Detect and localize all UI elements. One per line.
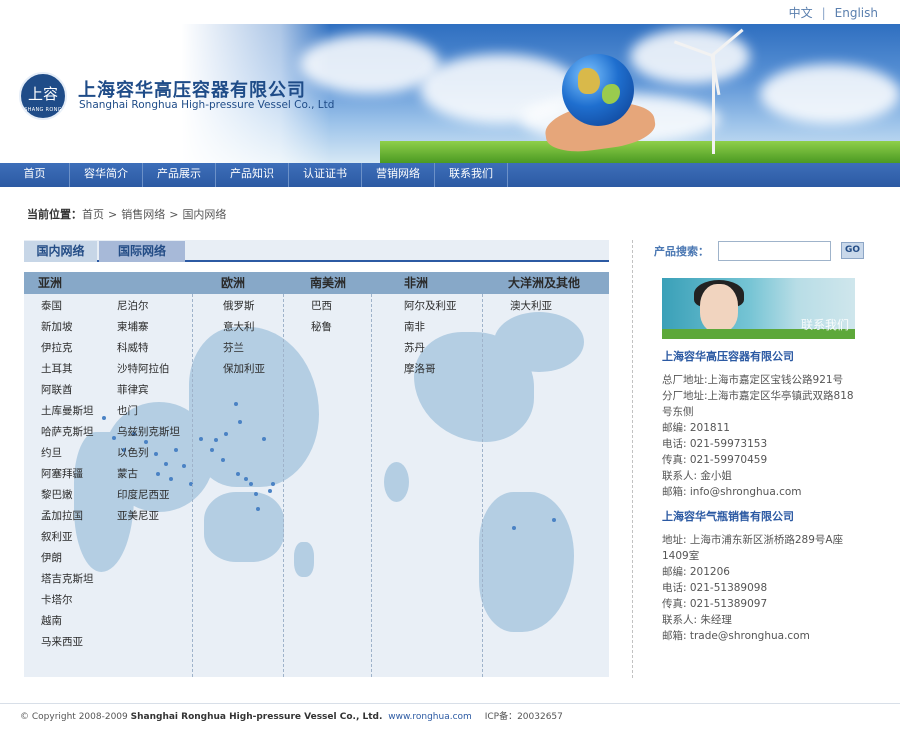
- company2-info: 地址: 上海市浦东新区浙桥路289号A座1409室 邮编: 201206 电话:…: [662, 532, 862, 644]
- company1-line: 分厂地址:上海市嘉定区华亭镇武双路818号东侧: [662, 390, 854, 418]
- country-link[interactable]: 新加坡: [41, 319, 73, 334]
- country-link[interactable]: 意大利: [223, 319, 255, 334]
- company2-line: 电话: 021-51389098: [662, 582, 768, 594]
- country-link[interactable]: 芬兰: [223, 340, 244, 355]
- company-logo[interactable]: 上容 SHANG RONG: [19, 72, 67, 120]
- country-link[interactable]: 澳大利亚: [510, 298, 552, 313]
- nav-item-products[interactable]: 产品展示: [143, 163, 216, 187]
- tab-domestic-network[interactable]: 国内网络: [24, 241, 97, 262]
- country-link[interactable]: 黎巴嫩: [41, 487, 73, 502]
- breadcrumb-label: 当前位置：: [27, 208, 82, 221]
- country-link[interactable]: 阿联酋: [41, 382, 73, 397]
- network-tabs: 国内网络 国际网络: [24, 240, 609, 262]
- company1-line: 邮编: 201811: [662, 422, 730, 434]
- company1-name: 上海容华高压容器有限公司: [662, 350, 794, 363]
- region-africa: 非洲: [404, 276, 429, 290]
- company1-line: 总厂地址:上海市嘉定区宝钱公路921号: [662, 374, 844, 386]
- breadcrumb-home[interactable]: 首页: [82, 208, 104, 221]
- country-link[interactable]: 科威特: [117, 340, 149, 355]
- country-link[interactable]: 保加利亚: [223, 361, 265, 376]
- region-europe: 欧洲: [221, 276, 246, 290]
- country-link[interactable]: 阿尔及利亚: [404, 298, 457, 313]
- country-link[interactable]: 越南: [41, 613, 62, 628]
- country-link[interactable]: 秘鲁: [311, 319, 332, 334]
- breadcrumb-sales-network[interactable]: 销售网络: [121, 208, 165, 221]
- country-link[interactable]: 泰国: [41, 298, 62, 313]
- country-link[interactable]: 蒙古: [117, 466, 138, 481]
- footer-url-link[interactable]: www.ronghua.com: [388, 712, 472, 722]
- footer-divider: [0, 703, 900, 704]
- company2-line: 邮编: 201206: [662, 566, 730, 578]
- company2-email[interactable]: 邮箱: trade@shronghua.com: [662, 628, 862, 644]
- country-link[interactable]: 卡塔尔: [41, 592, 73, 607]
- region-oceania-other: 大洋洲及其他: [508, 276, 581, 290]
- nav-item-sales-network[interactable]: 营销网络: [362, 163, 435, 187]
- footer-company: Shanghai Ronghua High-pressure Vessel Co…: [130, 712, 383, 722]
- country-link[interactable]: 柬埔寨: [117, 319, 149, 334]
- country-link[interactable]: 沙特阿拉伯: [117, 361, 170, 376]
- country-link[interactable]: 马来西亚: [41, 634, 83, 649]
- country-link[interactable]: 也门: [117, 403, 138, 418]
- country-link[interactable]: 阿塞拜疆: [41, 466, 83, 481]
- company2-line: 传真: 021-51389097: [662, 598, 768, 610]
- company2-line: 联系人: 朱经理: [662, 614, 732, 626]
- contact-us-banner[interactable]: 联系我们: [662, 278, 855, 339]
- region-asia: 亚洲: [38, 276, 63, 290]
- company2-name: 上海容华气瓶销售有限公司: [662, 510, 794, 523]
- tab-international-network[interactable]: 国际网络: [99, 241, 185, 262]
- company1-line: 传真: 021-59970459: [662, 454, 768, 466]
- breadcrumb-current: 国内网络: [182, 208, 227, 221]
- country-link[interactable]: 土库曼斯坦: [41, 403, 94, 418]
- country-link[interactable]: 菲律宾: [117, 382, 149, 397]
- product-search-label: 产品搜索：: [654, 245, 709, 258]
- country-link[interactable]: 摩洛哥: [404, 361, 436, 376]
- company1-info: 总厂地址:上海市嘉定区宝钱公路921号 分厂地址:上海市嘉定区华亭镇武双路818…: [662, 372, 862, 500]
- country-link[interactable]: 伊朗: [41, 550, 62, 565]
- country-link[interactable]: 伊拉克: [41, 340, 73, 355]
- nav-item-about[interactable]: 容华简介: [70, 163, 143, 187]
- region-south-america: 南美洲: [310, 276, 347, 290]
- lang-separator: |: [821, 6, 826, 20]
- nav-item-certificates[interactable]: 认证证书: [289, 163, 362, 187]
- product-search-input[interactable]: [718, 241, 831, 261]
- globe-image: [562, 54, 634, 126]
- company2-line: 地址: 上海市浦东新区浙桥路289号A座1409室: [662, 534, 844, 562]
- lang-english-link[interactable]: English: [835, 6, 878, 20]
- nav-item-home[interactable]: 首页: [0, 163, 70, 187]
- nav-item-contact[interactable]: 联系我们: [435, 163, 508, 187]
- country-link[interactable]: 印度尼西亚: [117, 487, 170, 502]
- country-link[interactable]: 乌兹别克斯坦: [117, 424, 180, 439]
- country-link[interactable]: 叙利亚: [41, 529, 73, 544]
- top-bar: 中文 | English: [0, 0, 900, 24]
- company1-email[interactable]: 邮箱: info@shronghua.com: [662, 484, 862, 500]
- country-link[interactable]: 土耳其: [41, 361, 73, 376]
- sidebar-divider: [632, 240, 633, 678]
- search-go-button[interactable]: GO: [841, 242, 864, 259]
- header-banner: 上容 SHANG RONG 上海容华高压容器有限公司 Shanghai Rong…: [0, 24, 900, 163]
- company-name-en: Shanghai Ronghua High-pressure Vessel Co…: [79, 99, 335, 111]
- language-switcher: 中文 | English: [789, 4, 878, 21]
- company1-line: 电话: 021-59973153: [662, 438, 768, 450]
- country-link[interactable]: 塔吉克斯坦: [41, 571, 94, 586]
- main-nav: 首页 容华简介 产品展示 产品知识 认证证书 营销网络 联系我们: [0, 163, 900, 187]
- contact-us-banner-label: 联系我们: [800, 318, 849, 332]
- country-link[interactable]: 巴西: [311, 298, 332, 313]
- country-link[interactable]: 孟加拉国: [41, 508, 83, 523]
- country-link[interactable]: 亚美尼亚: [117, 508, 159, 523]
- company1-line: 联系人: 金小姐: [662, 470, 732, 482]
- country-link[interactable]: 苏丹: [404, 340, 425, 355]
- country-link[interactable]: 约旦: [41, 445, 62, 460]
- country-link[interactable]: 南非: [404, 319, 425, 334]
- footer-copyright: © Copyright 2008-2009: [20, 712, 128, 722]
- country-link[interactable]: 俄罗斯: [223, 298, 255, 313]
- country-link[interactable]: 以色列: [117, 445, 149, 460]
- breadcrumb: 当前位置：首页 > 销售网络 > 国内网络: [27, 208, 227, 221]
- footer: © Copyright 2008-2009 Shanghai Ronghua H…: [20, 709, 563, 722]
- world-map-panel: 亚洲 欧洲 南美洲 非洲 大洋洲及其他 泰国 新加坡 伊拉克 土耳其 阿联酋 土…: [24, 272, 609, 677]
- country-link[interactable]: 哈萨克斯坦: [41, 424, 94, 439]
- lang-chinese-link[interactable]: 中文: [789, 6, 813, 20]
- nav-item-knowledge[interactable]: 产品知识: [216, 163, 289, 187]
- footer-icp[interactable]: ICP备：20032657: [485, 712, 563, 722]
- country-link[interactable]: 尼泊尔: [117, 298, 149, 313]
